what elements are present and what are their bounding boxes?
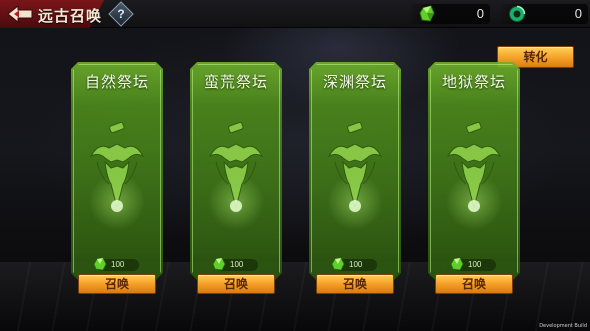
sword-emblem-icon [208, 122, 264, 212]
green-crystal-icon [419, 5, 435, 22]
sword-emblem-icon [89, 122, 145, 212]
cost-value: 100 [349, 260, 363, 269]
currency-jade: 0 [500, 4, 588, 24]
jade-count: 0 [574, 6, 582, 21]
sword-emblem-icon [327, 122, 383, 212]
cost-value: 100 [468, 260, 482, 269]
currency-crystal: 0 [410, 4, 490, 24]
altar-title: 地狱祭坛 [441, 74, 506, 91]
top-bar: 远古召唤 ? 0 0 [0, 0, 590, 28]
altar-title: 自然祭坛 [84, 74, 149, 91]
altar-title: 蛮荒祭坛 [203, 74, 268, 91]
altar-card-abyss[interactable]: 深渊祭坛 100 [309, 62, 401, 280]
jade-ring-icon [509, 5, 526, 22]
summon-button-nature[interactable]: 召唤 [78, 274, 156, 294]
summon-button-abyss[interactable]: 召唤 [316, 274, 394, 294]
sword-emblem-icon [446, 122, 502, 212]
summon-button-hell[interactable]: 召唤 [435, 274, 513, 294]
help-icon: ? [117, 7, 125, 21]
back-arrow-icon [7, 4, 33, 24]
crystal-count: 0 [476, 6, 484, 21]
altar-title: 深渊祭坛 [322, 74, 387, 91]
altar-card-hell[interactable]: 地狱祭坛 100 [428, 62, 520, 280]
cost-bar: 100 [450, 257, 496, 271]
altar-card-nature[interactable]: 自然祭坛 100 [71, 62, 163, 280]
cost-bar: 100 [212, 257, 258, 271]
back-button[interactable] [6, 4, 34, 24]
development-build-label: Development Build [539, 323, 587, 329]
altar-card-wild[interactable]: 蛮荒祭坛 100 [190, 62, 282, 280]
green-crystal-icon [212, 257, 226, 271]
green-crystal-icon [450, 257, 464, 271]
green-crystal-icon [331, 257, 345, 271]
cost-bar: 100 [93, 257, 139, 271]
cost-value: 100 [111, 260, 125, 269]
green-crystal-icon [93, 257, 107, 271]
summon-button-wild[interactable]: 召唤 [197, 274, 275, 294]
cost-bar: 100 [331, 257, 377, 271]
help-button[interactable]: ? [108, 1, 134, 27]
cost-value: 100 [230, 260, 244, 269]
page-title: 远古召唤 [38, 8, 103, 25]
